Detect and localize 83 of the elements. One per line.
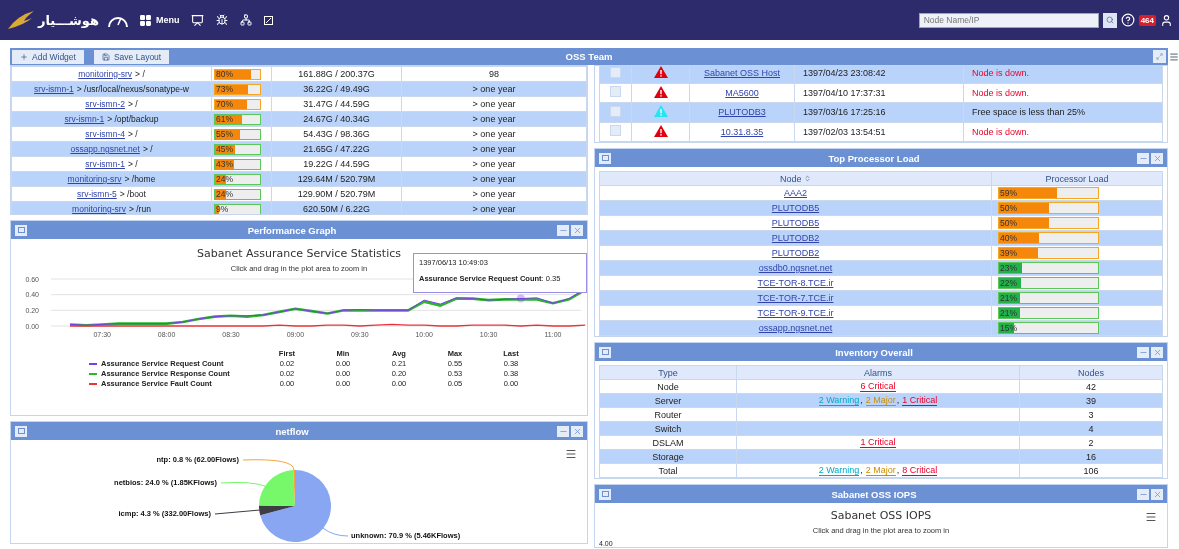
column-header: Processor Load xyxy=(991,171,1163,186)
table-cell: 1397/04/23 23:08:42 xyxy=(794,66,964,83)
table-cell: 19.22G / 44.59G xyxy=(271,156,402,172)
table-cell: 98 xyxy=(401,66,587,82)
alarm-message: Free space is less than 25% xyxy=(963,102,1163,122)
table-cell: > one year xyxy=(401,156,587,172)
table-cell: 3 xyxy=(1019,407,1163,422)
panel-title: Inventory Overall xyxy=(834,346,914,358)
table-cell: Storage xyxy=(599,449,737,464)
chart-title: Sabanet Assurance Service Statistics xyxy=(197,247,401,260)
alarm-message: Node is down. xyxy=(963,66,1163,83)
table-cell: 42 xyxy=(1019,379,1163,394)
logo-text: هوشـــیار xyxy=(38,12,99,28)
table-cell: > one year xyxy=(401,111,587,127)
table-cell: DSLAM xyxy=(599,435,737,450)
percent-text: 59% xyxy=(1000,188,1017,198)
alarm-message: Node is down. xyxy=(963,83,1163,103)
percent-text: 50% xyxy=(1000,218,1017,228)
column-header: Type xyxy=(599,365,737,380)
percent-text: 50% xyxy=(1000,203,1017,213)
panel-title: Performance Graph xyxy=(246,224,338,236)
chart-title: Sabanet OSS IOPS xyxy=(830,509,932,522)
table-cell: 129.64M / 520.79M xyxy=(271,171,402,187)
table-cell: Node xyxy=(599,379,737,394)
path-text: > / xyxy=(142,144,153,154)
table-cell: > one year xyxy=(401,141,587,157)
panel-title: netflow xyxy=(274,425,310,437)
table-cell: 1397/04/10 17:37:31 xyxy=(794,83,964,103)
table-cell: 129.90M / 520.79M xyxy=(271,186,402,202)
percent-text: 39% xyxy=(1000,248,1017,258)
dashboard-title: OSS Team xyxy=(565,51,613,62)
percent-text: 73% xyxy=(216,84,233,94)
separator-text: , xyxy=(860,395,863,406)
path-text: > / xyxy=(128,159,138,169)
separator-text: , xyxy=(860,465,863,476)
percent-text: 61% xyxy=(216,114,233,124)
panel-title: Sabanet OSS IOPS xyxy=(830,488,918,500)
table-cell: 1397/02/03 13:54:51 xyxy=(794,122,964,142)
percent-text: 45% xyxy=(216,144,233,154)
path-text: > /usr/local/nexus/sonatype-w xyxy=(76,84,189,94)
table-cell: 4 xyxy=(1019,421,1163,436)
table-cell: 39 xyxy=(1019,393,1163,408)
table-cell: > one year xyxy=(401,96,587,112)
path-text: > /opt/backup xyxy=(107,114,159,124)
percent-text: 43% xyxy=(216,159,233,169)
table-cell: 36.22G / 49.49G xyxy=(271,81,402,97)
path-text: > / xyxy=(135,69,145,79)
table-cell: Total xyxy=(599,463,737,478)
percent-text: 80% xyxy=(216,69,233,79)
path-text: > /boot xyxy=(119,189,146,199)
percent-text: 21% xyxy=(1000,293,1017,303)
column-header: Alarms xyxy=(736,365,1020,380)
percent-text: 22% xyxy=(1000,278,1017,288)
percent-text: 40% xyxy=(1000,233,1017,243)
panel-title: Top Processor Load xyxy=(827,152,921,164)
table-cell: > one year xyxy=(401,81,587,97)
path-text: > /home xyxy=(124,174,156,184)
column-header: Nodes xyxy=(1019,365,1163,380)
table-cell: 24.67G / 40.34G xyxy=(271,111,402,127)
percent-text: 21% xyxy=(1000,308,1017,318)
table-cell: 16 xyxy=(1019,449,1163,464)
path-text: > /run xyxy=(128,204,151,214)
table-cell: 54.43G / 98.36G xyxy=(271,126,402,142)
table-cell: 21.65G / 47.22G xyxy=(271,141,402,157)
table-cell: > one year xyxy=(401,186,587,202)
alarm-message: Node is down. xyxy=(963,122,1163,142)
table-cell: 31.47G / 44.59G xyxy=(271,96,402,112)
percent-text: 23% xyxy=(1000,263,1017,273)
percent-text: 70% xyxy=(216,99,233,109)
table-cell: 2 xyxy=(1019,435,1163,450)
table-cell: 1397/03/16 17:25:16 xyxy=(794,102,964,122)
path-text: > / xyxy=(128,99,138,109)
percent-text: 55% xyxy=(216,129,233,139)
table-cell: Switch xyxy=(599,421,737,436)
table-cell: Server xyxy=(599,393,737,408)
table-cell: 161.88G / 200.37G xyxy=(271,66,402,82)
table-cell: Router xyxy=(599,407,737,422)
table-cell: 106 xyxy=(1019,463,1163,478)
separator-text: , xyxy=(896,465,900,476)
table-cell: > one year xyxy=(401,126,587,142)
separator-text: , xyxy=(896,395,900,406)
table-cell: > one year xyxy=(401,171,587,187)
path-text: > / xyxy=(128,129,138,139)
